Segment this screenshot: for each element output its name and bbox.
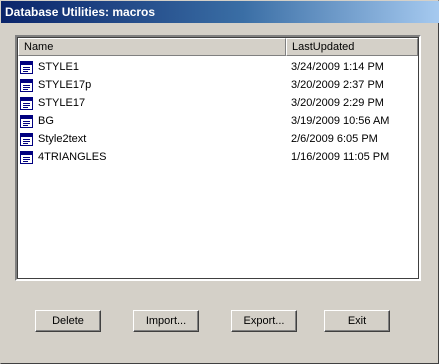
macro-list[interactable]: Name LastUpdated STYLE1 3/24/2009 1:14 P… (15, 35, 421, 281)
button-bar: Delete Import... Export... Exit (1, 310, 439, 334)
list-item[interactable]: Style2text 2/6/2009 6:05 PM (18, 130, 418, 148)
list-item-lastupdated: 2/6/2009 6:05 PM (291, 133, 378, 145)
macro-document-icon (20, 96, 33, 110)
list-item-name-cell: 4TRIANGLES (18, 150, 286, 164)
list-item[interactable]: STYLE17 3/20/2009 2:29 PM (18, 94, 418, 112)
database-utilities-dialog: Database Utilities: macros Name LastUpda… (0, 0, 439, 364)
list-item[interactable]: STYLE17p 3/20/2009 2:37 PM (18, 76, 418, 94)
macro-document-icon (20, 132, 33, 146)
list-item-name-cell: STYLE17p (18, 78, 286, 92)
list-item-name: Style2text (38, 133, 87, 145)
list-item-name: 4TRIANGLES (38, 151, 107, 163)
list-item-name: BG (38, 115, 54, 127)
list-item-name: STYLE1 (38, 61, 79, 73)
list-item[interactable]: STYLE1 3/24/2009 1:14 PM (18, 58, 418, 76)
list-rows: STYLE1 3/24/2009 1:14 PM STYLE17p 3/20/2… (18, 58, 418, 166)
macro-list-body: Name LastUpdated STYLE1 3/24/2009 1:14 P… (18, 38, 418, 278)
list-item-lastupdated: 3/20/2009 2:29 PM (291, 97, 384, 109)
list-item-name: STYLE17p (38, 79, 92, 91)
list-item-name-cell: BG (18, 114, 286, 128)
list-item-lastupdated: 3/20/2009 2:37 PM (291, 79, 384, 91)
list-item-name-cell: STYLE1 (18, 60, 286, 74)
macro-document-icon (20, 60, 33, 74)
list-header: Name LastUpdated (18, 38, 418, 56)
list-item-lastupdated: 3/19/2009 10:56 AM (291, 115, 390, 127)
macro-document-icon (20, 114, 33, 128)
exit-button[interactable]: Exit (324, 310, 390, 332)
list-item[interactable]: 4TRIANGLES 1/16/2009 11:05 PM (18, 148, 418, 166)
list-item-lastupdated: 1/16/2009 11:05 PM (291, 151, 390, 163)
delete-button[interactable]: Delete (35, 310, 101, 332)
export-button[interactable]: Export... (231, 310, 297, 332)
list-item-lastupdated: 3/24/2009 1:14 PM (291, 61, 384, 73)
macro-document-icon (20, 78, 33, 92)
list-item-name-cell: STYLE17 (18, 96, 286, 110)
window-title: Database Utilities: macros (1, 1, 439, 23)
macro-document-icon (20, 150, 33, 164)
column-header-name[interactable]: Name (18, 38, 286, 56)
list-item-name: STYLE17 (38, 97, 86, 109)
column-header-lastupdated[interactable]: LastUpdated (286, 38, 418, 56)
list-item-name-cell: Style2text (18, 132, 286, 146)
import-button[interactable]: Import... (133, 310, 199, 332)
list-item[interactable]: BG 3/19/2009 10:56 AM (18, 112, 418, 130)
